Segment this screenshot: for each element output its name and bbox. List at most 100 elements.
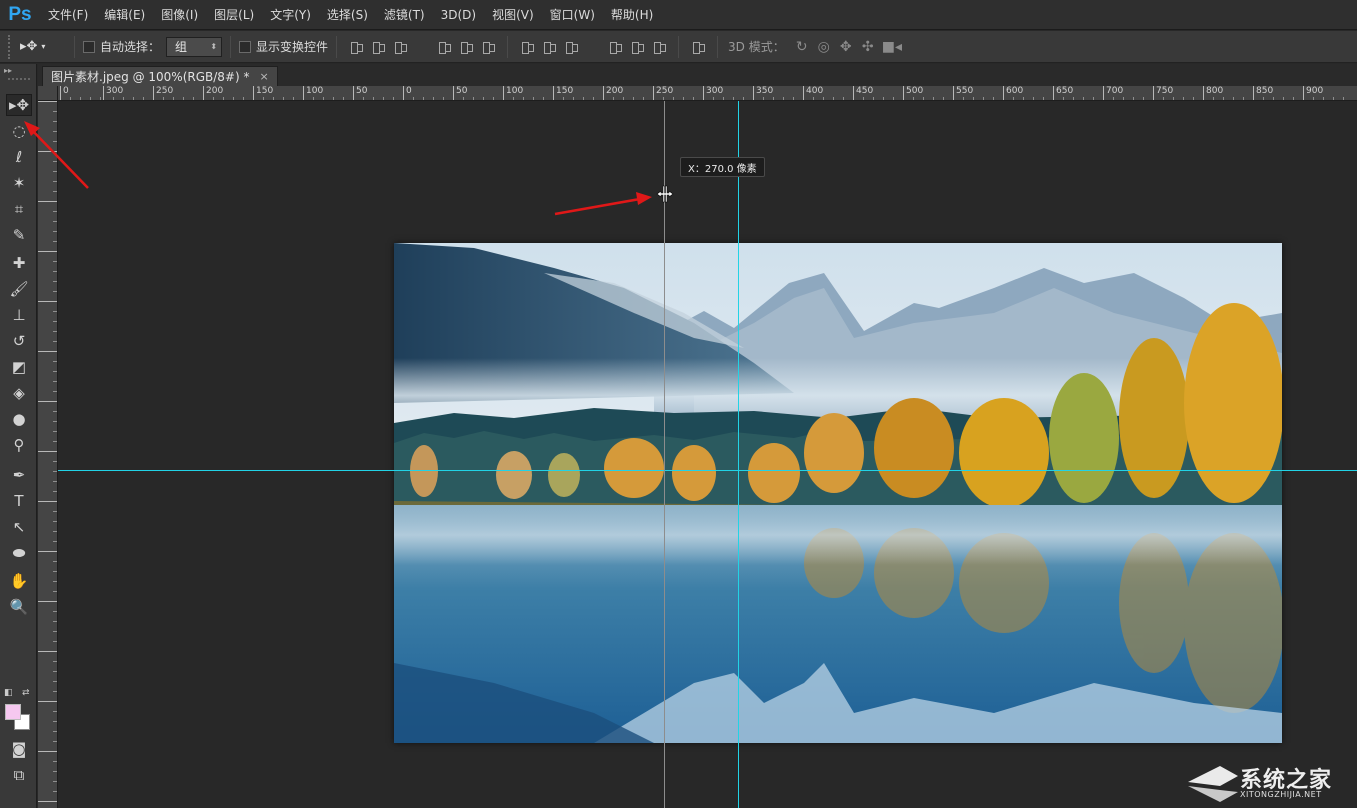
hand-tool-icon: ✋ xyxy=(9,572,29,590)
eyedropper-tool[interactable]: ✎ xyxy=(6,224,32,246)
distribute-left-icon[interactable] xyxy=(608,40,623,54)
tools-panel: ▸▸ ▸✥ ◌ ℓ ✶ ⌗ ✎ ✚ 🖌 ⊥ ↺ ◩ ◈ ● ⚲ ✒ T ↖ ⬬ ✋ 🔍 ◧ ⇄ ◙ ⧉ xyxy=(0,64,37,808)
ruler-label: 300 xyxy=(706,86,724,96)
3d-roll-icon[interactable]: ◎ xyxy=(816,39,832,55)
eraser-tool-icon: ◩ xyxy=(11,358,27,376)
distribute-vcenter-icon[interactable] xyxy=(542,40,557,54)
path-selection-tool[interactable]: ↖ xyxy=(6,516,32,538)
auto-select-label: 自动选择： xyxy=(100,40,161,54)
ruler-major-tick xyxy=(38,151,57,152)
options-bar: ▸✥ ▾ 自动选择： 组 ⬍ 显示变换控件 3D 模式： ↻ ◎ ✥ ✣ ■◂ xyxy=(0,31,1357,63)
magic-wand-tool[interactable]: ✶ xyxy=(6,172,32,194)
photoshop-logo: Ps xyxy=(8,3,32,25)
ruler-major-tick xyxy=(1053,86,1054,100)
ruler-major-tick xyxy=(1003,86,1004,100)
history-brush-tool[interactable]: ↺ xyxy=(6,330,32,352)
align-horizontal-centers-icon[interactable] xyxy=(459,40,474,54)
ruler-label: 600 xyxy=(1006,86,1024,96)
menu-image[interactable]: 图像(I) xyxy=(153,0,206,30)
menu-select[interactable]: 选择(S) xyxy=(319,0,376,30)
menu-window[interactable]: 窗口(W) xyxy=(542,0,603,30)
dragging-guide[interactable] xyxy=(664,101,665,808)
clone-stamp-tool[interactable]: ⊥ xyxy=(6,304,32,326)
crop-tool[interactable]: ⌗ xyxy=(6,198,32,220)
ruler-label: 750 xyxy=(1156,86,1174,96)
distribute-top-icon[interactable] xyxy=(520,40,535,54)
magic-wand-tool-icon: ✶ xyxy=(12,174,26,192)
brush-tool[interactable]: 🖌 xyxy=(6,278,32,300)
collapse-panel-icon[interactable]: ▸▸ xyxy=(4,66,12,75)
menu-layer[interactable]: 图层(L) xyxy=(206,0,262,30)
default-colors-icon[interactable]: ◧ xyxy=(4,688,13,698)
blur-tool[interactable]: ● xyxy=(6,408,32,430)
separator xyxy=(717,35,719,58)
vertical-guide[interactable] xyxy=(738,101,739,808)
hand-tool[interactable]: ✋ xyxy=(6,570,32,592)
ruler-label: 500 xyxy=(906,86,924,96)
document-tab[interactable]: 图片素材.jpeg @ 100%(RGB/8#) * × xyxy=(42,66,278,86)
ruler-major-tick xyxy=(38,101,57,102)
3d-scale-icon[interactable]: ■◂ xyxy=(882,39,902,55)
eyedropper-tool-icon: ✎ xyxy=(12,226,26,244)
horizontal-ruler[interactable]: 0 300 250 200 150 100 50 0 50 100 150 200 250 300 350 4… xyxy=(58,86,1357,101)
3d-drag-icon[interactable]: ✥ xyxy=(838,39,854,55)
ruler-major-tick xyxy=(353,86,354,100)
pen-tool[interactable]: ✒ xyxy=(6,464,32,486)
tools-panel-grip[interactable] xyxy=(8,78,30,81)
quick-mask-icon[interactable]: ◙ xyxy=(6,738,32,760)
ruler-origin[interactable] xyxy=(38,86,58,101)
healing-brush-tool[interactable]: ✚ xyxy=(6,252,32,274)
horizontal-guide[interactable] xyxy=(58,470,1357,471)
tool-preset-picker[interactable]: ▸✥ ▾ xyxy=(20,35,66,59)
3d-rotate-icon[interactable]: ↻ xyxy=(794,39,810,55)
ruler-major-tick xyxy=(203,86,204,100)
align-top-edges-icon[interactable] xyxy=(349,40,364,54)
ruler-major-tick xyxy=(303,86,304,100)
menu-type[interactable]: 文字(Y) xyxy=(262,0,319,30)
show-transform-checkbox[interactable] xyxy=(239,40,252,53)
ruler-major-tick xyxy=(1203,86,1204,100)
move-tool[interactable]: ▸✥ xyxy=(6,94,32,116)
auto-select-dropdown[interactable]: 组 ⬍ xyxy=(166,36,223,57)
ruler-major-tick xyxy=(803,86,804,100)
landscape-photo xyxy=(394,243,1282,743)
ruler-label: 400 xyxy=(806,86,824,96)
menu-view[interactable]: 视图(V) xyxy=(484,0,542,30)
distribute-right-icon[interactable] xyxy=(652,40,667,54)
menu-3d[interactable]: 3D(D) xyxy=(433,0,484,30)
screen-mode-icon[interactable]: ⧉ xyxy=(6,764,32,786)
distribute-hcenter-icon[interactable] xyxy=(630,40,645,54)
3d-slide-icon[interactable]: ✣ xyxy=(860,39,876,55)
ruler-label: 650 xyxy=(1056,86,1074,96)
ruler-label: 200 xyxy=(206,86,224,96)
3d-mode-label: 3D 模式： xyxy=(728,40,785,54)
elliptical-marquee-tool[interactable]: ◌ xyxy=(6,120,32,142)
ruler-major-tick xyxy=(1153,86,1154,100)
align-vertical-centers-icon[interactable] xyxy=(371,40,386,54)
align-right-edges-icon[interactable] xyxy=(481,40,496,54)
ruler-major-tick xyxy=(553,86,554,100)
lasso-tool[interactable]: ℓ xyxy=(6,146,32,168)
type-tool[interactable]: T xyxy=(6,490,32,512)
vertical-ruler[interactable] xyxy=(38,101,58,808)
document-image[interactable] xyxy=(394,243,1282,743)
auto-select-checkbox[interactable] xyxy=(83,40,95,53)
menu-edit[interactable]: 编辑(E) xyxy=(96,0,153,30)
distribute-bottom-icon[interactable] xyxy=(564,40,579,54)
zoom-tool[interactable]: 🔍 xyxy=(6,596,32,618)
align-bottom-edges-icon[interactable] xyxy=(393,40,408,54)
align-left-edges-icon[interactable] xyxy=(437,40,452,54)
options-bar-grip[interactable] xyxy=(8,34,14,59)
swap-colors-icon[interactable]: ⇄ xyxy=(22,688,30,698)
menu-help[interactable]: 帮助(H) xyxy=(603,0,661,30)
menu-file[interactable]: 文件(F) xyxy=(40,0,96,30)
paint-bucket-tool[interactable]: ◈ xyxy=(6,382,32,404)
ellipse-tool[interactable]: ⬬ xyxy=(6,542,32,564)
foreground-color-swatch[interactable] xyxy=(5,704,21,720)
menu-filter[interactable]: 滤镜(T) xyxy=(376,0,433,30)
dodge-tool[interactable]: ⚲ xyxy=(6,434,32,456)
eraser-tool[interactable]: ◩ xyxy=(6,356,32,378)
close-icon[interactable]: × xyxy=(259,70,268,83)
auto-align-layers-icon[interactable] xyxy=(691,40,706,54)
ruler-major-tick xyxy=(253,86,254,100)
